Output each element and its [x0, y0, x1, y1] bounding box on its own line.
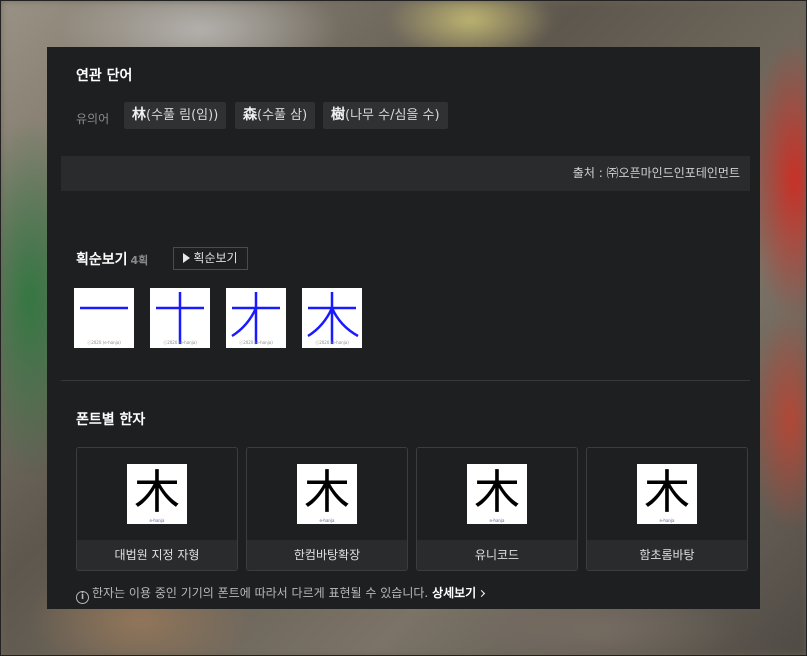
font-glyph: 木 [474, 465, 520, 519]
font-card-1[interactable]: 木 e-hanja 대법원 지정 자형 [76, 447, 238, 571]
font-name: 함초롬바탕 [587, 540, 747, 570]
font-sample-image: 木 e-hanja [637, 464, 697, 524]
synonym-hanja: 森 [243, 107, 257, 123]
play-icon [183, 253, 191, 263]
stroke-order-button-label: 획순보기 [193, 251, 238, 265]
font-glyph: 木 [304, 465, 350, 519]
font-card-3[interactable]: 木 e-hanja 유니코드 [416, 447, 578, 571]
font-notice: i 한자는 이용 중인 기기의 폰트에 따라서 다르게 표현될 수 있습니다. 상… [76, 584, 486, 604]
font-sample-image: 木 e-hanja [127, 464, 187, 524]
stroke-order-title: 획순보기 4획 [76, 249, 148, 269]
font-copyright: e-hanja [659, 518, 675, 523]
stroke-step-3: ⓒ2020 (e-hanja) [226, 288, 286, 348]
synonym-chip-2[interactable]: 森(수풀 삼) [235, 102, 316, 129]
synonym-hanja: 樹 [331, 107, 345, 123]
related-words-title: 연관 단어 [76, 68, 133, 84]
stroke-step-1: ⓒ2020 (e-hanja) [74, 288, 134, 348]
font-name: 유니코드 [417, 540, 577, 570]
stroke-step-4: ⓒ2020 (e-hanja) [302, 288, 362, 348]
stroke-order-play-button[interactable]: 획순보기 [173, 247, 248, 270]
stroke-copyright: ⓒ2020 (e-hanja) [87, 340, 121, 345]
info-icon: i [76, 591, 89, 604]
font-card-4[interactable]: 木 e-hanja 함초롬바탕 [586, 447, 748, 571]
synonym-reading: (수풀 삼) [257, 108, 308, 123]
font-copyright: e-hanja [489, 518, 505, 523]
synonym-label: 유의어 [76, 112, 110, 126]
detail-link[interactable]: 상세보기 [432, 586, 486, 600]
font-glyph: 木 [644, 465, 690, 519]
synonym-chip-3[interactable]: 樹(나무 수/심을 수) [323, 102, 448, 129]
stroke-step-3-glyph [231, 292, 280, 344]
stroke-copyright: ⓒ2020 (e-hanja) [163, 340, 197, 345]
font-section-title: 폰트별 한자 [76, 412, 146, 428]
font-copyright: e-hanja [319, 518, 335, 523]
chevron-right-icon [478, 589, 486, 598]
synonym-chip-1[interactable]: 林(수풀 림(임)) [124, 102, 227, 129]
stroke-step-2: ⓒ2020 (e-hanja) [150, 288, 210, 348]
stroke-step-2-glyph [156, 292, 204, 344]
stroke-step-1-glyph [80, 306, 128, 310]
font-notice-text: 한자는 이용 중인 기기의 폰트에 따라서 다르게 표현될 수 있습니다. [92, 586, 429, 600]
stroke-count: 4획 [130, 254, 149, 267]
hanja-detail-panel: 연관 단어 유의어 林(수풀 림(임)) 森(수풀 삼) 樹(나무 수/심을 수… [47, 47, 760, 609]
font-sample-image: 木 e-hanja [297, 464, 357, 524]
font-copyright: e-hanja [149, 518, 165, 523]
stroke-step-4-glyph [307, 292, 359, 344]
stroke-order-heading: 획순보기 [76, 252, 128, 268]
stroke-copyright: ⓒ2020 (e-hanja) [239, 340, 273, 345]
font-name: 대법원 지정 자형 [77, 540, 237, 570]
stroke-copyright: ⓒ2020 (e-hanja) [315, 340, 349, 345]
synonym-hanja: 林 [132, 107, 146, 123]
font-sample-image: 木 e-hanja [467, 464, 527, 524]
synonym-reading: (나무 수/심을 수) [345, 108, 440, 123]
font-glyph: 木 [134, 465, 180, 519]
synonym-reading: (수풀 림(임)) [146, 108, 219, 123]
section-divider [61, 380, 750, 381]
font-name: 한컴바탕확장 [247, 540, 407, 570]
font-card-2[interactable]: 木 e-hanja 한컴바탕확장 [246, 447, 408, 571]
detail-link-label: 상세보기 [432, 586, 477, 600]
source-caption: 출처 : ㈜오픈마인드인포테인먼트 [61, 156, 750, 191]
